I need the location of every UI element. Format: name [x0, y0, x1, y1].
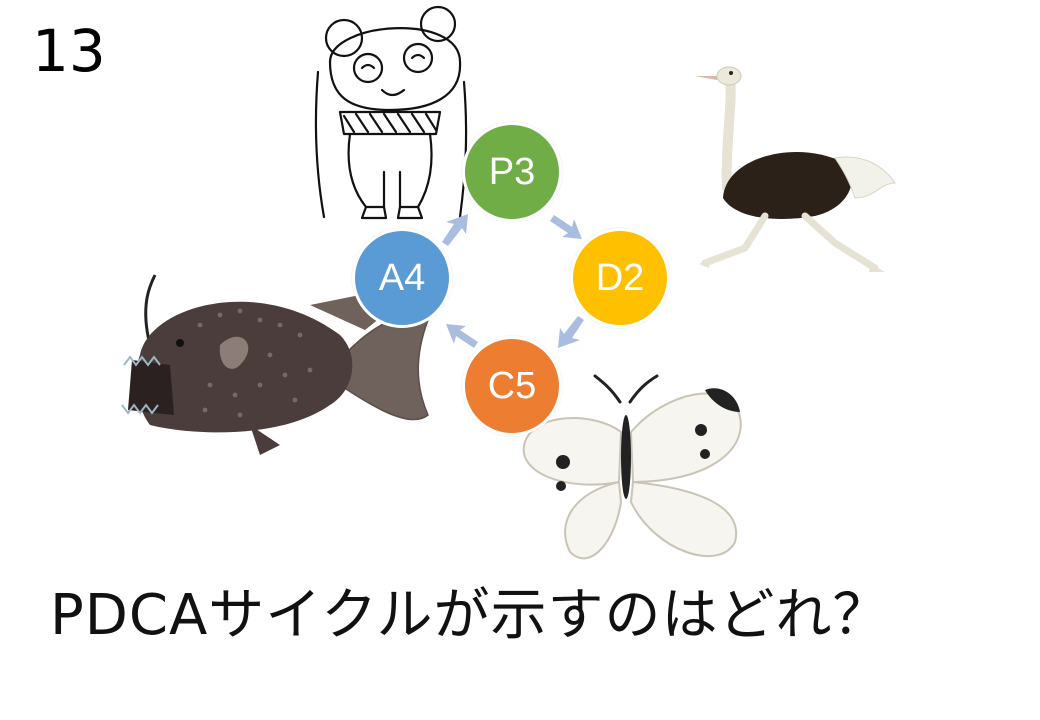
arrow-shape: [550, 215, 582, 239]
cycle-node-label: C5: [487, 364, 537, 407]
cycle-node-plan: P3: [462, 122, 562, 222]
arrow-d-to-c-icon: [558, 316, 584, 348]
panda-sketch-icon: [314, 5, 468, 220]
question-text: PDCAサイクルが示すのはどれ？: [50, 583, 890, 648]
cycle-node-label: A4: [378, 256, 426, 299]
cycle-node-label: P3: [488, 150, 536, 193]
arrow-p-to-d-icon: [550, 215, 582, 239]
cycle-node-act: A4: [352, 228, 452, 328]
cycle-node-do: D2: [570, 228, 670, 328]
arrow-a-to-p-icon: [442, 214, 468, 246]
cycle-node-check: C5: [462, 336, 562, 436]
ostrich-icon: [695, 66, 896, 272]
cycle-node-label: D2: [595, 256, 645, 299]
slide-number: 13: [32, 17, 106, 85]
